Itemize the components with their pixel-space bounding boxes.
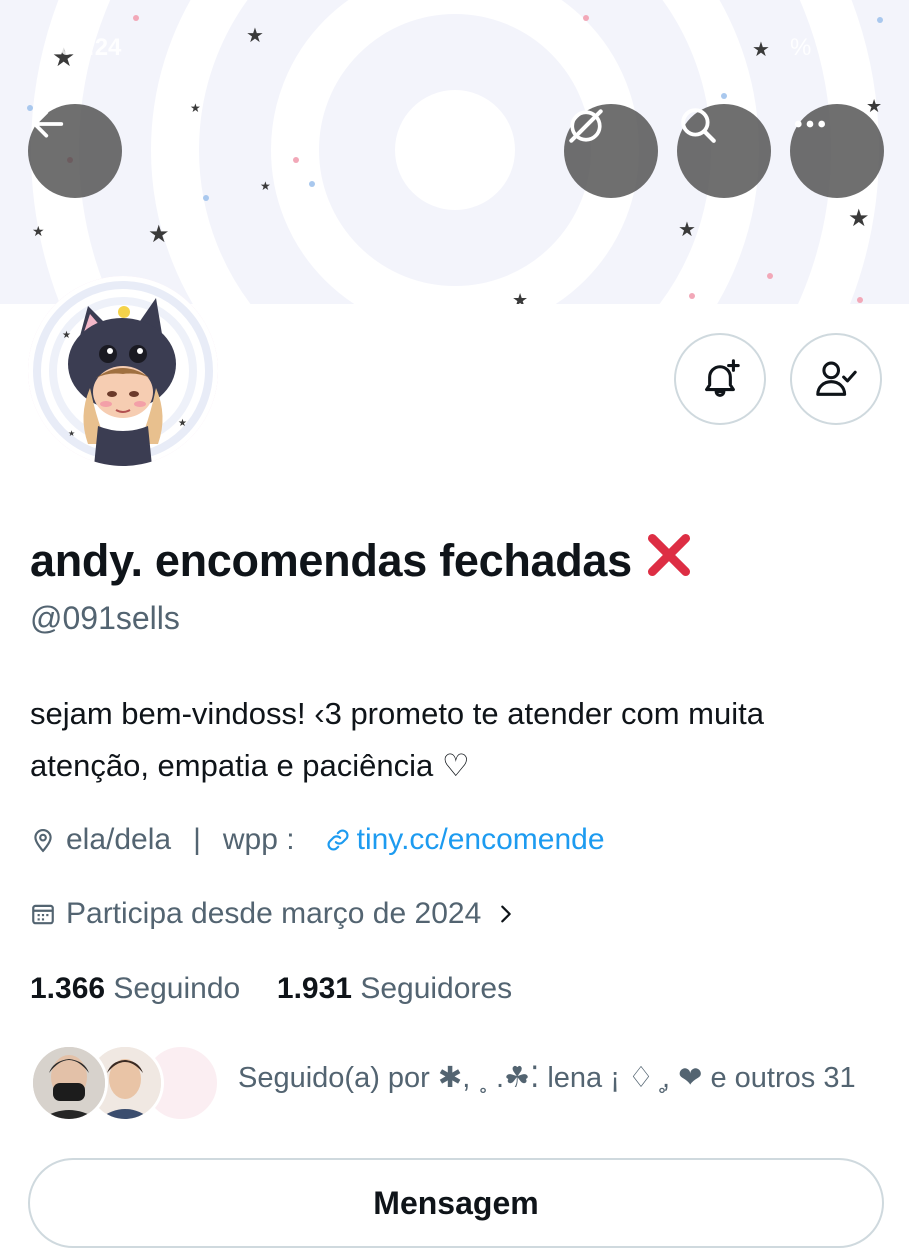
profile-handle: @091sells (30, 600, 180, 636)
back-arrow-icon (32, 110, 64, 138)
svg-text:★: ★ (190, 101, 201, 115)
profile-avatar[interactable]: ★ ★ ★ (28, 276, 218, 466)
svg-text:★: ★ (178, 418, 187, 429)
followers-stat[interactable]: 1.931 Seguidores (277, 972, 512, 1005)
svg-text:★: ★ (866, 96, 882, 116)
wpp-label: wpp : (222, 823, 295, 856)
following-stat[interactable]: 1.366 Seguindo (30, 972, 249, 1005)
bio-line-1: sejam bem-vindoss! ‹3 prometo te atender… (30, 696, 764, 731)
profile-link-text: tiny.cc/encomende (356, 823, 605, 856)
meta-separator: | (193, 823, 201, 856)
back-button[interactable] (28, 104, 122, 198)
profile-link[interactable]: tiny.cc/encomende (325, 823, 605, 857)
avatar-illustration: ★ ★ ★ (28, 276, 218, 466)
svg-text:★: ★ (62, 330, 71, 341)
svg-text:★: ★ (68, 429, 75, 438)
following-count: 1.366 (30, 972, 106, 1005)
bell-plus-icon (705, 359, 740, 397)
svg-text:★: ★ (678, 219, 696, 241)
notify-button[interactable] (674, 333, 766, 425)
svg-text:★: ★ (148, 221, 170, 248)
location-pin-icon (30, 827, 56, 853)
profile-bio: sejam bem-vindoss! ‹3 prometo te atender… (30, 688, 890, 792)
cross-mark-icon (644, 530, 694, 591)
chevron-right-icon (495, 903, 517, 925)
svg-text:★: ★ (32, 223, 45, 239)
more-icon (795, 120, 825, 128)
followed-by-row[interactable]: Seguido(a) por ✱, ˳ .☘︎⁚ lena ¡ ♢ ̥, ❤ e… (30, 1044, 890, 1124)
svg-text:★: ★ (512, 290, 528, 304)
grok-icon (569, 109, 603, 143)
following-button[interactable] (790, 333, 882, 425)
profile-location: ela/dela (66, 823, 172, 856)
grok-button[interactable] (564, 104, 658, 198)
display-name: andy. encomendas fechadas (30, 534, 632, 586)
joined-date: Participa desde março de 2024 (66, 897, 482, 930)
joined-row[interactable]: Participa desde março de 2024 (30, 892, 517, 936)
profile-stats: 1.366 Seguindo 1.931 Seguidores (30, 972, 512, 1006)
profile-banner[interactable]: ★ ★ ★ ★ ★ ★ ★ ★ ★ ★ ★ 09:24 % (0, 0, 909, 304)
user-check-icon (816, 361, 857, 396)
status-bar: 09:24 % (0, 28, 909, 68)
search-icon (681, 108, 716, 143)
status-time: 09:24 (60, 34, 122, 61)
followers-label: Seguidores (360, 972, 513, 1005)
more-button[interactable] (790, 104, 884, 198)
following-label: Seguindo (113, 972, 241, 1005)
followed-by-text: Seguido(a) por ✱, ˳ .☘︎⁚ lena ¡ ♢ ̥, ❤ e… (238, 1062, 856, 1094)
followers-count: 1.931 (276, 972, 352, 1005)
svg-text:★: ★ (260, 179, 271, 193)
display-name-row: andy. encomendas fechadas (30, 530, 694, 591)
link-icon (327, 829, 349, 851)
search-button[interactable] (677, 104, 771, 198)
bio-line-2: atenção, empatia e paciência ♡ (30, 748, 470, 783)
follower-avatar (30, 1044, 108, 1122)
message-button[interactable]: Mensagem (28, 1158, 884, 1248)
status-battery: % (790, 34, 812, 61)
svg-text:★: ★ (848, 205, 870, 232)
calendar-icon (30, 901, 56, 927)
profile-meta-row: ela/dela | wpp : tiny.cc/encomende (30, 818, 605, 862)
